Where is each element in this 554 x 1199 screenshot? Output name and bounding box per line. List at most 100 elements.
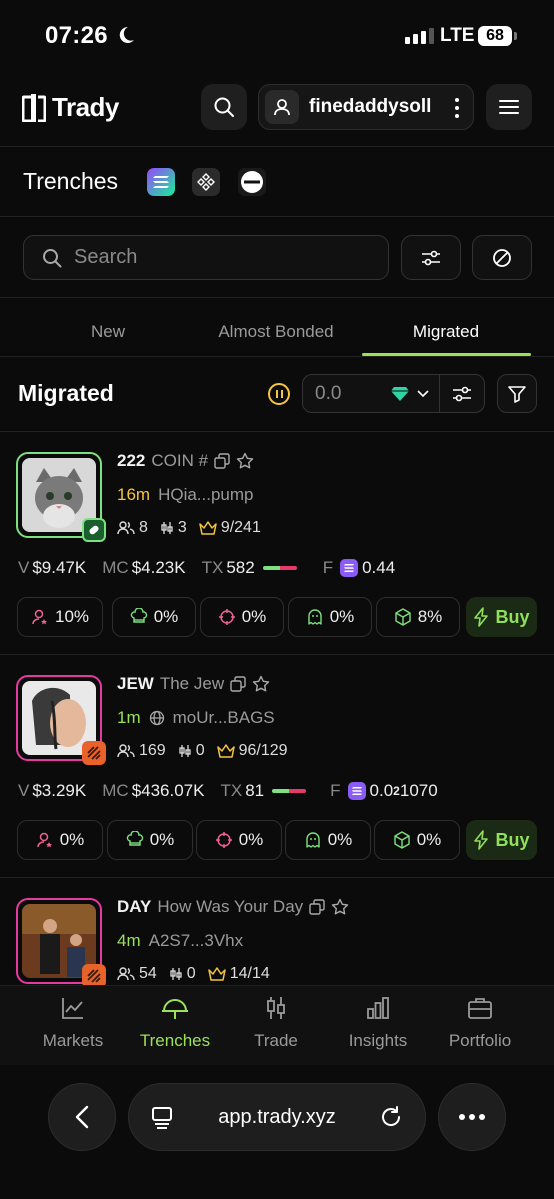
mc-label: MC	[102, 781, 129, 800]
cube-icon	[395, 608, 411, 626]
copy-icon[interactable]	[230, 676, 246, 692]
crosshair-icon	[215, 832, 232, 848]
block-button[interactable]	[472, 235, 532, 280]
address-bar[interactable]: app.trady.xyz	[128, 1083, 426, 1151]
token-card[interactable]: JEW The Jew 1m moUr...BAGS 169 0 96/129 …	[0, 655, 554, 877]
search-button[interactable]	[201, 84, 247, 130]
sniper-pill[interactable]: 0%	[200, 597, 284, 637]
base-icon[interactable]	[238, 168, 266, 196]
bnb-icon[interactable]	[192, 168, 220, 196]
volume-label: V	[18, 558, 30, 577]
filter-settings-button[interactable]	[401, 235, 461, 280]
back-button[interactable]	[48, 1083, 116, 1151]
star-icon[interactable]	[331, 898, 349, 916]
search-input[interactable]: Search	[23, 235, 389, 280]
divider	[0, 216, 554, 217]
chart-line-icon	[62, 998, 83, 1019]
holders-count: 54	[139, 965, 157, 982]
dev-hold-pill[interactable]: 0%	[17, 820, 103, 860]
more-button[interactable]	[438, 1083, 506, 1151]
nav-label: Markets	[42, 1031, 104, 1050]
bundle-pill[interactable]: 0%	[374, 820, 460, 860]
sliders-icon	[453, 386, 471, 401]
dev-icon	[32, 609, 47, 625]
star-icon[interactable]	[252, 675, 270, 693]
insider-pill[interactable]: 0%	[288, 597, 372, 637]
divider	[0, 146, 554, 147]
brand-mark-icon	[22, 93, 46, 122]
tx-ratio-bar	[272, 789, 307, 793]
nav-trenches[interactable]: Trenches	[120, 995, 230, 1051]
amount-input[interactable]: 0.0	[302, 374, 440, 413]
cube-icon	[394, 831, 410, 849]
sniper-pill[interactable]: 0%	[196, 820, 282, 860]
search-icon	[43, 248, 62, 267]
battery-icon: 68	[478, 26, 512, 46]
pill-value: 8%	[417, 607, 443, 626]
volume-value: $3.29K	[32, 781, 87, 800]
token-ticker: 222	[117, 451, 146, 470]
page-title: Trenches	[23, 168, 119, 194]
copy-icon[interactable]	[214, 453, 230, 469]
token-avatar[interactable]	[16, 452, 106, 542]
nav-insights[interactable]: Insights	[323, 995, 433, 1051]
token-ticker: JEW	[117, 674, 154, 693]
nav-portfolio[interactable]: Portfolio	[425, 995, 535, 1051]
bundle-pill[interactable]: 8%	[376, 597, 460, 637]
insider-pill[interactable]: 0%	[285, 820, 371, 860]
nav-label: Trenches	[139, 1031, 211, 1050]
token-address[interactable]: A2S7...3Vhx	[149, 931, 244, 951]
user-icon	[265, 90, 299, 124]
chef-pill[interactable]: 0%	[112, 597, 196, 637]
pause-icon[interactable]	[268, 383, 290, 405]
token-name: COIN #	[151, 451, 209, 470]
buy-button[interactable]: Buy	[466, 820, 537, 860]
token-avatar[interactable]	[16, 898, 106, 985]
token-address[interactable]: moUr...BAGS	[173, 708, 275, 728]
chef-pill[interactable]: 0%	[107, 820, 193, 860]
buy-label: Buy	[495, 829, 530, 850]
lightning-icon	[474, 830, 489, 850]
token-card[interactable]: DAY How Was Your Day 4m A2S7...3Vhx 54 0…	[0, 878, 554, 985]
snipers-count: 0	[195, 742, 205, 759]
user-menu[interactable]: finedaddysoll	[258, 84, 474, 130]
reload-icon[interactable]	[379, 1105, 403, 1129]
tab-new[interactable]: New	[48, 322, 168, 342]
token-age: 4m	[117, 931, 141, 950]
pill-value: 0%	[153, 607, 179, 626]
pill-value: 0%	[416, 830, 442, 849]
buy-button[interactable]: Buy	[466, 597, 537, 637]
dev-hold-pill[interactable]: 10%	[17, 597, 103, 637]
top-ratio: 14/14	[229, 965, 270, 982]
bags-icon	[82, 741, 106, 765]
mc-value: $4.23K	[131, 558, 186, 577]
token-avatar[interactable]	[16, 675, 106, 765]
more-icon[interactable]	[455, 98, 459, 118]
network-label: LTE	[440, 25, 475, 46]
tab-almost-bonded[interactable]: Almost Bonded	[196, 322, 356, 342]
bags-icon	[82, 964, 106, 985]
snipers-icon	[179, 745, 191, 757]
token-name: The Jew	[159, 674, 225, 693]
pill-value: 0%	[241, 607, 267, 626]
nav-trade[interactable]: Trade	[221, 995, 331, 1051]
amount-settings-button[interactable]	[439, 374, 485, 413]
brand-logo[interactable]: Trady	[22, 92, 119, 123]
username: finedaddysoll	[309, 96, 432, 117]
holders-icon	[117, 744, 135, 758]
helmet-icon	[162, 999, 188, 1019]
chevron-left-icon	[75, 1105, 89, 1129]
token-address[interactable]: HQia...pump	[158, 485, 253, 505]
token-age: 16m	[117, 485, 151, 504]
menu-button[interactable]	[486, 84, 532, 130]
nav-markets[interactable]: Markets	[18, 995, 128, 1051]
star-icon[interactable]	[236, 452, 254, 470]
filter-button[interactable]	[497, 374, 537, 413]
solana-icon	[347, 782, 366, 800]
globe-icon[interactable]	[149, 710, 165, 726]
copy-icon[interactable]	[309, 899, 325, 915]
token-card[interactable]: 222 COIN # 16m HQia...pump 8 3 9/241 V $…	[0, 432, 554, 654]
search-icon	[214, 97, 234, 117]
solana-icon[interactable]	[147, 168, 175, 196]
tab-migrated[interactable]: Migrated	[376, 322, 516, 342]
